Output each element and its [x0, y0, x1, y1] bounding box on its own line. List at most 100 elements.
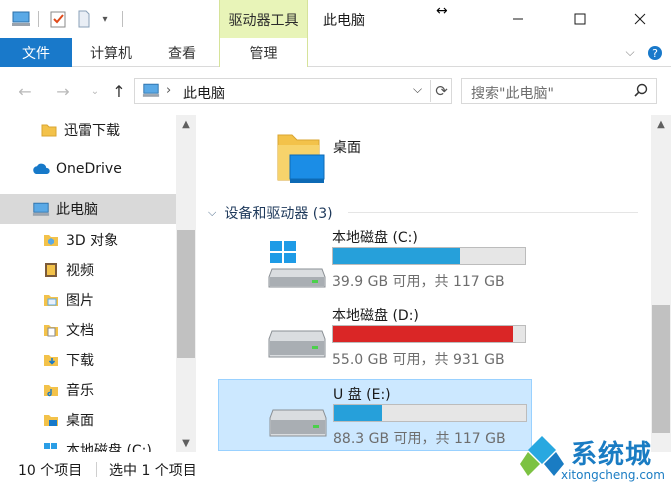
- address-bar[interactable]: › 此电脑 ⌵ ⟳: [134, 78, 452, 104]
- content-scrollbar[interactable]: ▲: [651, 115, 671, 452]
- computer-icon[interactable]: [10, 10, 32, 28]
- tab-computer[interactable]: 计算机: [78, 38, 144, 67]
- maximize-button[interactable]: [557, 0, 603, 38]
- cloud-icon: [32, 160, 50, 178]
- music-folder-icon: [42, 381, 60, 399]
- breadcrumb-chevron-icon[interactable]: ›: [166, 83, 171, 98]
- scroll-down-arrow-icon[interactable]: ▼: [176, 434, 196, 452]
- drive-icon: [268, 329, 326, 363]
- downloads-folder-icon: [42, 351, 60, 369]
- minimize-button[interactable]: [495, 0, 541, 38]
- drive-e[interactable]: U 盘 (E:) 88.3 GB 可用，共 117 GB: [218, 379, 532, 451]
- drive-c[interactable]: 本地磁盘 (C:) 39.9 GB 可用，共 117 GB: [218, 223, 532, 295]
- nav-item-local-disk-c[interactable]: 本地磁盘 (C:): [0, 435, 176, 452]
- 3d-objects-icon: [42, 231, 60, 249]
- drive-usage-bar: [332, 325, 526, 343]
- breadcrumb-this-pc[interactable]: 此电脑: [183, 83, 225, 103]
- folder-icon: [40, 121, 58, 139]
- drive-free-space: 55.0 GB 可用，共 931 GB: [332, 352, 505, 368]
- search-box[interactable]: 搜索"此电脑": [461, 78, 657, 104]
- selection-count: 选中 1 个项目: [109, 463, 197, 479]
- collapse-chevron-icon[interactable]: ⌵: [208, 206, 216, 220]
- desktop-folder-icon: [42, 411, 60, 429]
- nav-item-pictures[interactable]: 图片: [0, 285, 176, 315]
- up-button[interactable]: ↑: [106, 79, 132, 103]
- folder-label: 桌面: [333, 140, 361, 156]
- properties-icon[interactable]: [48, 10, 68, 28]
- nav-item-label: OneDrive: [56, 161, 122, 177]
- nav-item-label: 桌面: [66, 413, 94, 429]
- nav-item-label: 迅雷下载: [64, 123, 120, 139]
- drive-free-space: 88.3 GB 可用，共 117 GB: [333, 431, 506, 447]
- tab-manage[interactable]: 管理: [220, 38, 307, 67]
- back-button[interactable]: ←: [12, 79, 38, 103]
- nav-item-downloads[interactable]: 下载: [0, 345, 176, 375]
- nav-item-onedrive[interactable]: OneDrive: [0, 154, 176, 184]
- item-count: 10 个项目: [18, 463, 83, 479]
- drive-name: 本地磁盘 (D:): [332, 308, 419, 324]
- nav-item-label: 此电脑: [56, 202, 98, 218]
- tab-file[interactable]: 文件: [0, 38, 72, 67]
- computer-icon: [32, 200, 50, 218]
- search-icon[interactable]: [634, 83, 648, 101]
- context-tab-body: 管理: [219, 38, 308, 67]
- group-title: 设备和驱动器 (3): [224, 206, 333, 222]
- nav-item-music[interactable]: 音乐: [0, 375, 176, 405]
- devices-group-header[interactable]: ⌵ 设备和驱动器 (3): [208, 203, 333, 223]
- search-placeholder: 搜索"此电脑": [471, 86, 554, 102]
- folder-item-desktop[interactable]: [272, 129, 392, 189]
- group-divider: [348, 212, 638, 213]
- watermark-diamond-icon: [518, 434, 566, 484]
- close-button[interactable]: [617, 0, 663, 38]
- scroll-up-arrow-icon[interactable]: ▲: [651, 115, 671, 133]
- watermark-logo: 系统城 xitongcheng.com: [516, 432, 671, 484]
- nav-item-videos[interactable]: 视频: [0, 255, 176, 285]
- scroll-up-arrow-icon[interactable]: ▲: [176, 115, 196, 133]
- nav-item-xunlei-downloads[interactable]: 迅雷下载: [0, 115, 176, 145]
- drive-name: 本地磁盘 (C:): [332, 230, 418, 246]
- address-dropdown-icon[interactable]: ⌵: [413, 82, 422, 97]
- drive-icon: [269, 408, 327, 442]
- drive-usage-fill: [333, 326, 514, 342]
- drive-usage-fill: [333, 248, 460, 264]
- forward-button[interactable]: →: [50, 79, 76, 103]
- customize-toolbar-icon[interactable]: ▾: [98, 10, 112, 28]
- drive-icon: [42, 441, 60, 452]
- recent-locations-button[interactable]: ⌄: [82, 79, 108, 103]
- nav-item-desktop[interactable]: 桌面: [0, 405, 176, 435]
- title-bar: ▾ 驱动器工具 此电脑 ↔: [0, 0, 671, 38]
- ribbon-collapse-icon[interactable]: ⌵: [620, 38, 640, 67]
- context-tab-header: 驱动器工具: [219, 0, 308, 38]
- new-folder-icon[interactable]: [74, 10, 94, 28]
- computer-icon: [142, 83, 160, 102]
- video-folder-icon: [42, 261, 60, 279]
- nav-item-label: 图片: [66, 293, 94, 309]
- nav-item-label: 3D 对象: [66, 233, 119, 249]
- refresh-button[interactable]: ⟳: [430, 80, 452, 102]
- content-pane: 桌面 ⌵ 设备和驱动器 (3) 本地磁盘 (C:) 39.9 GB 可用，共 1…: [196, 115, 651, 452]
- watermark-url: xitongcheng.com: [561, 468, 665, 482]
- nav-item-3d-objects[interactable]: 3D 对象: [0, 225, 176, 255]
- context-tab-label: 驱动器工具: [228, 13, 299, 29]
- tab-view[interactable]: 查看: [152, 38, 212, 67]
- windows-drive-icon: [268, 241, 326, 293]
- drive-d[interactable]: 本地磁盘 (D:) 55.0 GB 可用，共 931 GB: [218, 301, 532, 373]
- nav-pane-scrollbar[interactable]: ▲ ▼: [176, 115, 196, 452]
- nav-item-label: 下载: [66, 353, 94, 369]
- watermark-name: 系统城: [571, 440, 653, 470]
- nav-item-label: 本地磁盘 (C:): [66, 443, 152, 452]
- toolbar-separator: [38, 11, 39, 27]
- scrollbar-thumb[interactable]: [177, 230, 195, 358]
- navigation-pane: 迅雷下载 OneDrive 此电脑 3D 对象 视频 图片 文档 下载 音乐 桌…: [0, 115, 196, 452]
- ribbon-tab-bar: 文件 计算机 查看 ⌵ ?: [0, 38, 671, 67]
- drive-name: U 盘 (E:): [333, 387, 391, 403]
- svg-text:?: ?: [652, 47, 658, 60]
- window-title: 此电脑: [323, 13, 365, 29]
- toolbar-separator: [122, 11, 123, 27]
- help-icon[interactable]: ?: [644, 38, 666, 67]
- nav-item-documents[interactable]: 文档: [0, 315, 176, 345]
- nav-item-this-pc[interactable]: 此电脑: [0, 194, 176, 224]
- scrollbar-thumb[interactable]: [652, 305, 670, 433]
- drive-usage-fill: [334, 405, 382, 421]
- drive-usage-bar: [332, 247, 526, 265]
